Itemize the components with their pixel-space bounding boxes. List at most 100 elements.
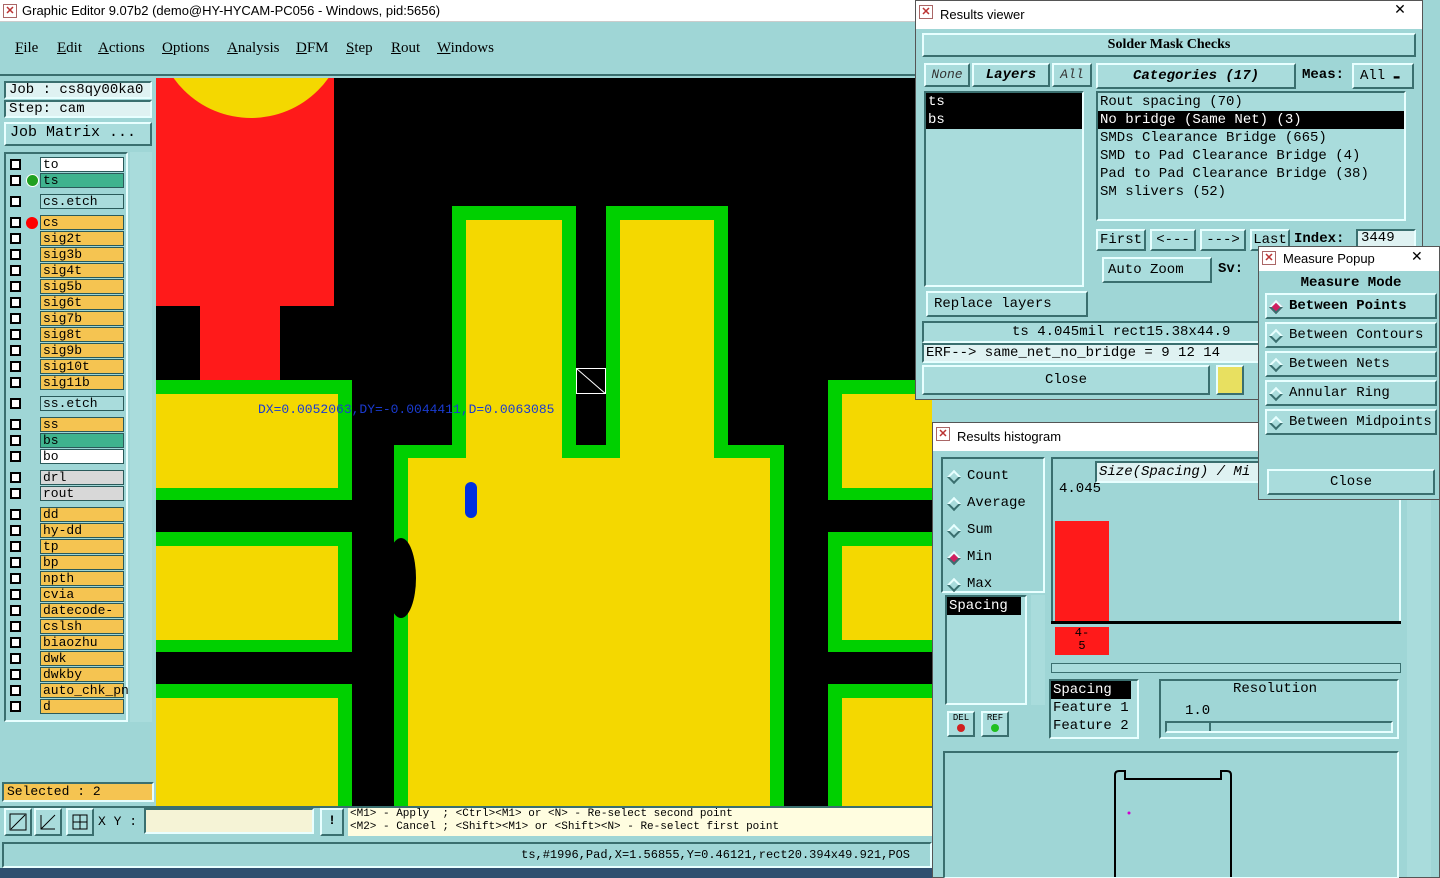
layer-row[interactable]: sig4t xyxy=(8,263,124,278)
mode-count[interactable]: Count xyxy=(946,463,1026,490)
layer-row[interactable]: npth xyxy=(8,571,124,586)
layer-row[interactable]: sig3b xyxy=(8,247,124,262)
menu-file[interactable]: File xyxy=(15,40,38,57)
layer-row[interactable]: biaozhu xyxy=(8,635,124,650)
del-button[interactable]: DEL xyxy=(947,711,975,737)
mode-max[interactable]: Max xyxy=(946,571,1026,598)
layer-row[interactable]: cvia xyxy=(8,587,124,602)
layer-row[interactable]: cs xyxy=(8,215,124,230)
list-item[interactable]: Rout spacing (70) xyxy=(1098,93,1404,111)
prev-button[interactable]: <--- xyxy=(1150,229,1196,251)
alert-button[interactable]: ! xyxy=(320,808,344,836)
layer-checkbox[interactable] xyxy=(10,281,21,292)
layer-checkbox[interactable] xyxy=(10,541,21,552)
xy-input[interactable] xyxy=(144,808,314,834)
layer-row[interactable]: sig10t xyxy=(8,359,124,374)
layer-row[interactable]: auto_chk_pn xyxy=(8,683,129,698)
list-item[interactable]: Feature 1 xyxy=(1051,699,1137,717)
layer-row[interactable]: sig9b xyxy=(8,343,124,358)
layer-row[interactable]: sig8t xyxy=(8,327,124,342)
layer-checkbox[interactable] xyxy=(10,159,21,170)
layer-checkbox[interactable] xyxy=(10,419,21,430)
field-scrollbar[interactable] xyxy=(1031,595,1045,705)
layer-checkbox[interactable] xyxy=(10,265,21,276)
ref-button[interactable]: REF xyxy=(981,711,1009,737)
layer-checkbox[interactable] xyxy=(10,435,21,446)
list-item[interactable]: Spacing xyxy=(1051,681,1131,699)
layer-results-list[interactable]: ts bs xyxy=(924,91,1084,287)
layer-checkbox[interactable] xyxy=(10,557,21,568)
layer-checkbox[interactable] xyxy=(10,175,21,186)
layer-row[interactable]: ss.etch xyxy=(8,396,124,411)
layer-checkbox[interactable] xyxy=(10,621,21,632)
slider-handle[interactable] xyxy=(1183,723,1211,731)
mode-between-midpoints[interactable]: Between Midpoints xyxy=(1265,409,1437,435)
layer-checkbox[interactable] xyxy=(10,313,21,324)
menu-dfm[interactable]: DFM xyxy=(296,40,329,57)
layer-checkbox[interactable] xyxy=(10,329,21,340)
category-list[interactable]: Rout spacing (70) No bridge (Same Net) (… xyxy=(1096,91,1406,221)
layer-row[interactable]: cslsh xyxy=(8,619,124,634)
layer-checkbox[interactable] xyxy=(10,669,21,680)
layer-checkbox[interactable] xyxy=(10,573,21,584)
layer-row[interactable]: dd xyxy=(8,507,124,522)
bin-label[interactable]: 4- 5 xyxy=(1055,627,1109,655)
mode-average[interactable]: Average xyxy=(946,490,1026,517)
menu-options[interactable]: Options xyxy=(162,40,210,57)
menu-actions[interactable]: Actions xyxy=(98,40,145,57)
layer-row[interactable]: to xyxy=(8,157,124,172)
layer-checkbox[interactable] xyxy=(10,589,21,600)
layer-checkbox[interactable] xyxy=(10,233,21,244)
layer-checkbox[interactable] xyxy=(10,377,21,388)
close-icon[interactable]: ✕ xyxy=(1411,249,1423,266)
mode-between-points[interactable]: Between Points xyxy=(1265,293,1437,319)
replace-layers-dropdown[interactable]: Replace layers xyxy=(926,291,1088,317)
layer-checkbox[interactable] xyxy=(10,297,21,308)
layer-row[interactable]: sig2t xyxy=(8,231,124,246)
layer-checkbox[interactable] xyxy=(10,509,21,520)
info-icon[interactable] xyxy=(1216,365,1244,395)
layer-checkbox[interactable] xyxy=(10,488,21,499)
list-item[interactable]: Spacing xyxy=(947,597,1021,615)
layer-list-scrollbar[interactable] xyxy=(130,152,152,722)
mode-sum[interactable]: Sum xyxy=(946,517,1026,544)
menu-windows[interactable]: Windows xyxy=(437,40,494,57)
list-item[interactable]: SMDs Clearance Bridge (665) xyxy=(1098,129,1404,147)
histogram-bar[interactable] xyxy=(1055,521,1109,621)
field-list[interactable]: Spacing xyxy=(945,595,1027,705)
histogram-scrollbar-v[interactable] xyxy=(1407,457,1431,877)
graphic-canvas[interactable]: DX=0.0052063,DY=-0.0044411,D=0.0063085 xyxy=(156,78,932,806)
list-item[interactable]: SMD to Pad Clearance Bridge (4) xyxy=(1098,147,1404,165)
layer-checkbox[interactable] xyxy=(10,637,21,648)
layer-checkbox[interactable] xyxy=(10,525,21,536)
next-button[interactable]: ---> xyxy=(1200,229,1246,251)
layer-checkbox[interactable] xyxy=(10,196,21,207)
layer-row[interactable]: sig7b xyxy=(8,311,124,326)
layer-checkbox[interactable] xyxy=(10,398,21,409)
mode-min[interactable]: Min xyxy=(946,544,1026,571)
layer-row[interactable]: bo xyxy=(8,449,124,464)
menu-analysis[interactable]: Analysis xyxy=(227,40,280,57)
layer-row[interactable]: datecode-to xyxy=(8,603,124,632)
menu-edit[interactable]: Edit xyxy=(57,40,82,57)
resolution-slider[interactable] xyxy=(1165,721,1393,733)
layer-row[interactable]: sig6t xyxy=(8,295,124,310)
meas-dropdown[interactable]: All ▬ xyxy=(1352,63,1414,89)
mode-between-contours[interactable]: Between Contours xyxy=(1265,322,1437,348)
layer-row[interactable]: tp xyxy=(8,539,124,554)
mode-between-nets[interactable]: Between Nets xyxy=(1265,351,1437,377)
all-button[interactable]: All xyxy=(1052,63,1092,87)
layer-row[interactable]: sig5b xyxy=(8,279,124,294)
snap-tool-icon[interactable] xyxy=(34,808,62,836)
column-list[interactable]: Spacing Feature 1 Feature 2 xyxy=(1049,679,1139,739)
layer-row[interactable]: ts xyxy=(8,173,124,188)
list-item[interactable]: ts xyxy=(926,93,1082,111)
first-button[interactable]: First xyxy=(1096,229,1146,251)
measure-close-button[interactable]: Close xyxy=(1267,469,1435,495)
list-item[interactable]: SM slivers (52) xyxy=(1098,183,1404,201)
layer-row[interactable]: d xyxy=(8,699,124,714)
layer-checkbox[interactable] xyxy=(10,685,21,696)
layer-checkbox[interactable] xyxy=(10,451,21,462)
list-item[interactable]: Feature 2 xyxy=(1051,717,1137,735)
menu-step[interactable]: Step xyxy=(346,40,373,57)
